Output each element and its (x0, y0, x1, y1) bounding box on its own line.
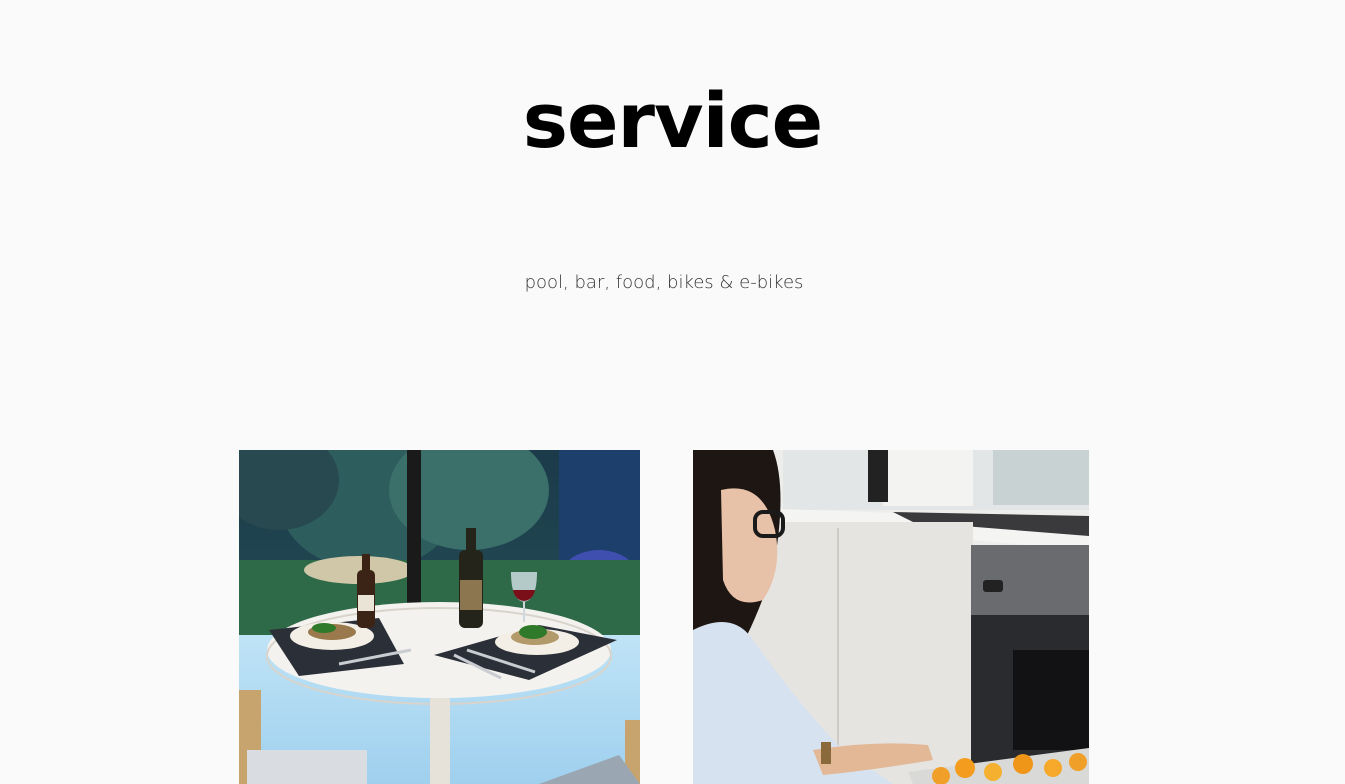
dining-photo (239, 450, 640, 784)
section-title: service (522, 76, 823, 165)
kitchen-photo (693, 450, 1089, 784)
section-subtitle: pool, bar, food, bikes & e-bikes (524, 272, 804, 293)
